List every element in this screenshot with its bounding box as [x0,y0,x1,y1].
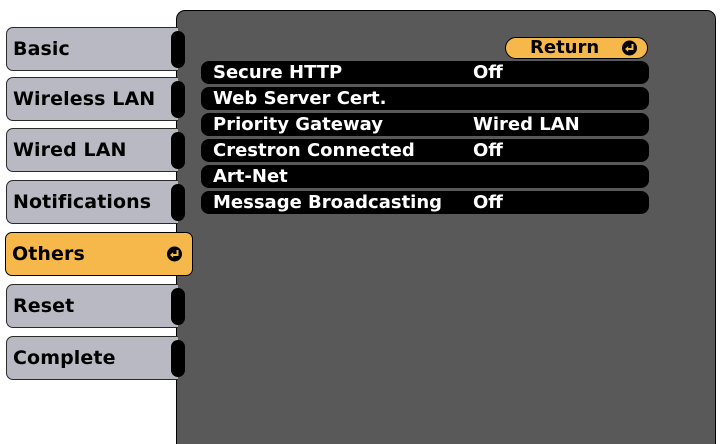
setting-row-secure-http[interactable]: Secure HTTP Off [201,61,649,84]
tab-notch [171,132,185,169]
menu-item-others[interactable]: Others [5,232,193,276]
tab-notch [171,81,185,118]
enter-icon [622,40,637,56]
setting-label: Message Broadcasting [213,192,443,213]
menu-item-wireless-lan[interactable]: Wireless LAN [6,77,185,121]
tab-notch [171,340,185,377]
setting-label: Priority Gateway [213,114,383,135]
setting-label: Crestron Connected [213,140,415,161]
menu-item-label: Notifications [13,191,152,213]
enter-icon [167,246,182,262]
return-button[interactable]: Return [505,37,648,59]
setting-value: Off [473,62,503,83]
setting-row-art-net[interactable]: Art-Net [201,165,649,188]
setting-label: Web Server Cert. [213,88,387,109]
setting-label: Secure HTTP [213,62,343,83]
setting-value: Wired LAN [473,114,580,135]
setting-value: Off [473,192,503,213]
setting-label: Art-Net [213,166,288,187]
setting-row-crestron-connected[interactable]: Crestron Connected Off [201,139,649,162]
setting-row-message-broadcasting[interactable]: Message Broadcasting Off [201,191,649,214]
tab-notch [171,184,185,221]
menu-item-label: Reset [13,295,75,317]
menu-item-basic[interactable]: Basic [6,27,185,71]
menu-item-wired-lan[interactable]: Wired LAN [6,128,185,172]
return-button-label: Return [530,37,600,58]
menu-item-complete[interactable]: Complete [6,336,185,380]
setting-row-priority-gateway[interactable]: Priority Gateway Wired LAN [201,113,649,136]
tab-notch [171,288,185,325]
menu-item-label: Basic [13,38,70,60]
menu-item-label: Wireless LAN [13,88,156,110]
tab-notch [171,31,185,68]
setting-row-web-server-cert[interactable]: Web Server Cert. [201,87,649,110]
menu-item-label: Complete [13,347,116,369]
menu-item-notifications[interactable]: Notifications [6,180,185,224]
menu-item-label: Wired LAN [13,139,127,161]
setting-value: Off [473,140,503,161]
menu-item-label: Others [12,243,85,265]
menu-item-reset[interactable]: Reset [6,284,185,328]
